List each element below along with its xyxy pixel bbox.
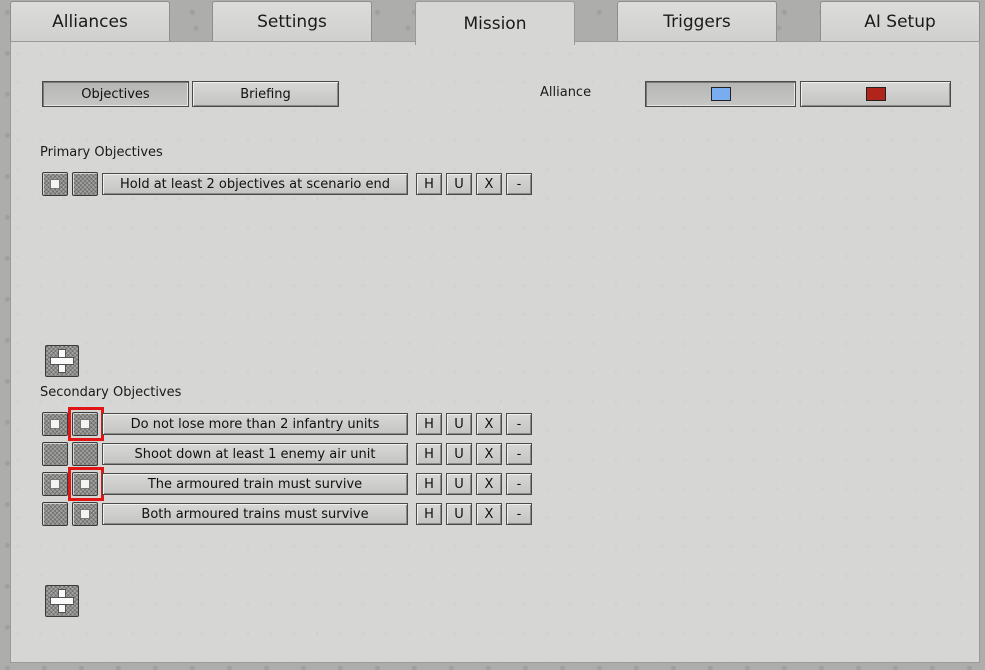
tab-settings[interactable]: Settings [212,1,372,41]
add-secondary-objective-button[interactable] [45,585,79,617]
objective-text-button[interactable]: Both armoured trains must survive [102,503,408,525]
check-mark-icon [50,179,60,189]
objective-remove-button[interactable]: - [506,413,532,435]
primary-objectives-heading: Primary Objectives [40,145,163,160]
alliance-label: Alliance [540,85,592,100]
objective-remove-button[interactable]: - [506,503,532,525]
objective-text-button[interactable]: The armoured train must survive [102,473,408,495]
check-mark-icon [50,419,60,429]
objective-hidden-checkbox[interactable] [72,502,98,526]
objective-u-button[interactable]: U [446,503,472,525]
objective-remove-button[interactable]: - [506,473,532,495]
tab-alliances[interactable]: Alliances [10,1,170,41]
objective-h-button[interactable]: H [416,413,442,435]
objective-h-button[interactable]: H [416,173,442,195]
alliance-blue-swatch [710,87,731,101]
objective-enabled-checkbox[interactable] [42,172,68,196]
objective-enabled-checkbox[interactable] [42,442,68,466]
tab-triggers[interactable]: Triggers [617,1,777,41]
objective-x-button[interactable]: X [476,503,502,525]
alliance-blue-button[interactable] [645,81,796,107]
objective-text-button[interactable]: Hold at least 2 objectives at scenario e… [102,173,408,195]
check-mark-icon [50,479,60,489]
objective-h-button[interactable]: H [416,473,442,495]
objective-x-button[interactable]: X [476,173,502,195]
objective-u-button[interactable]: U [446,443,472,465]
objective-h-button[interactable]: H [416,443,442,465]
objective-hidden-checkbox[interactable] [72,442,98,466]
objective-h-button[interactable]: H [416,503,442,525]
check-mark-icon [80,419,90,429]
objective-remove-button[interactable]: - [506,173,532,195]
briefing-subtab[interactable]: Briefing [192,81,339,107]
check-mark-icon [80,479,90,489]
mission-panel: Objectives Briefing Alliance Primary Obj… [10,41,980,663]
plus-icon [51,590,73,612]
objective-text-button[interactable]: Do not lose more than 2 infantry units [102,413,408,435]
tab-mission[interactable]: Mission [415,1,575,45]
objective-remove-button[interactable]: - [506,443,532,465]
objective-enabled-checkbox[interactable] [42,502,68,526]
plus-icon [51,350,73,372]
objective-x-button[interactable]: X [476,473,502,495]
objective-hidden-checkbox[interactable] [72,412,98,436]
check-mark-icon [80,509,90,519]
alliance-red-button[interactable] [800,81,951,107]
objectives-subtab[interactable]: Objectives [42,81,189,107]
add-primary-objective-button[interactable] [45,345,79,377]
objective-hidden-checkbox[interactable] [72,472,98,496]
tab-ai-setup[interactable]: AI Setup [820,1,980,41]
objective-u-button[interactable]: U [446,413,472,435]
objective-hidden-checkbox[interactable] [72,172,98,196]
alliance-red-swatch [865,87,886,101]
objective-u-button[interactable]: U [446,173,472,195]
objective-enabled-checkbox[interactable] [42,472,68,496]
objective-x-button[interactable]: X [476,443,502,465]
objective-enabled-checkbox[interactable] [42,412,68,436]
objective-text-button[interactable]: Shoot down at least 1 enemy air unit [102,443,408,465]
secondary-objectives-heading: Secondary Objectives [40,385,182,400]
objective-x-button[interactable]: X [476,413,502,435]
objective-u-button[interactable]: U [446,473,472,495]
